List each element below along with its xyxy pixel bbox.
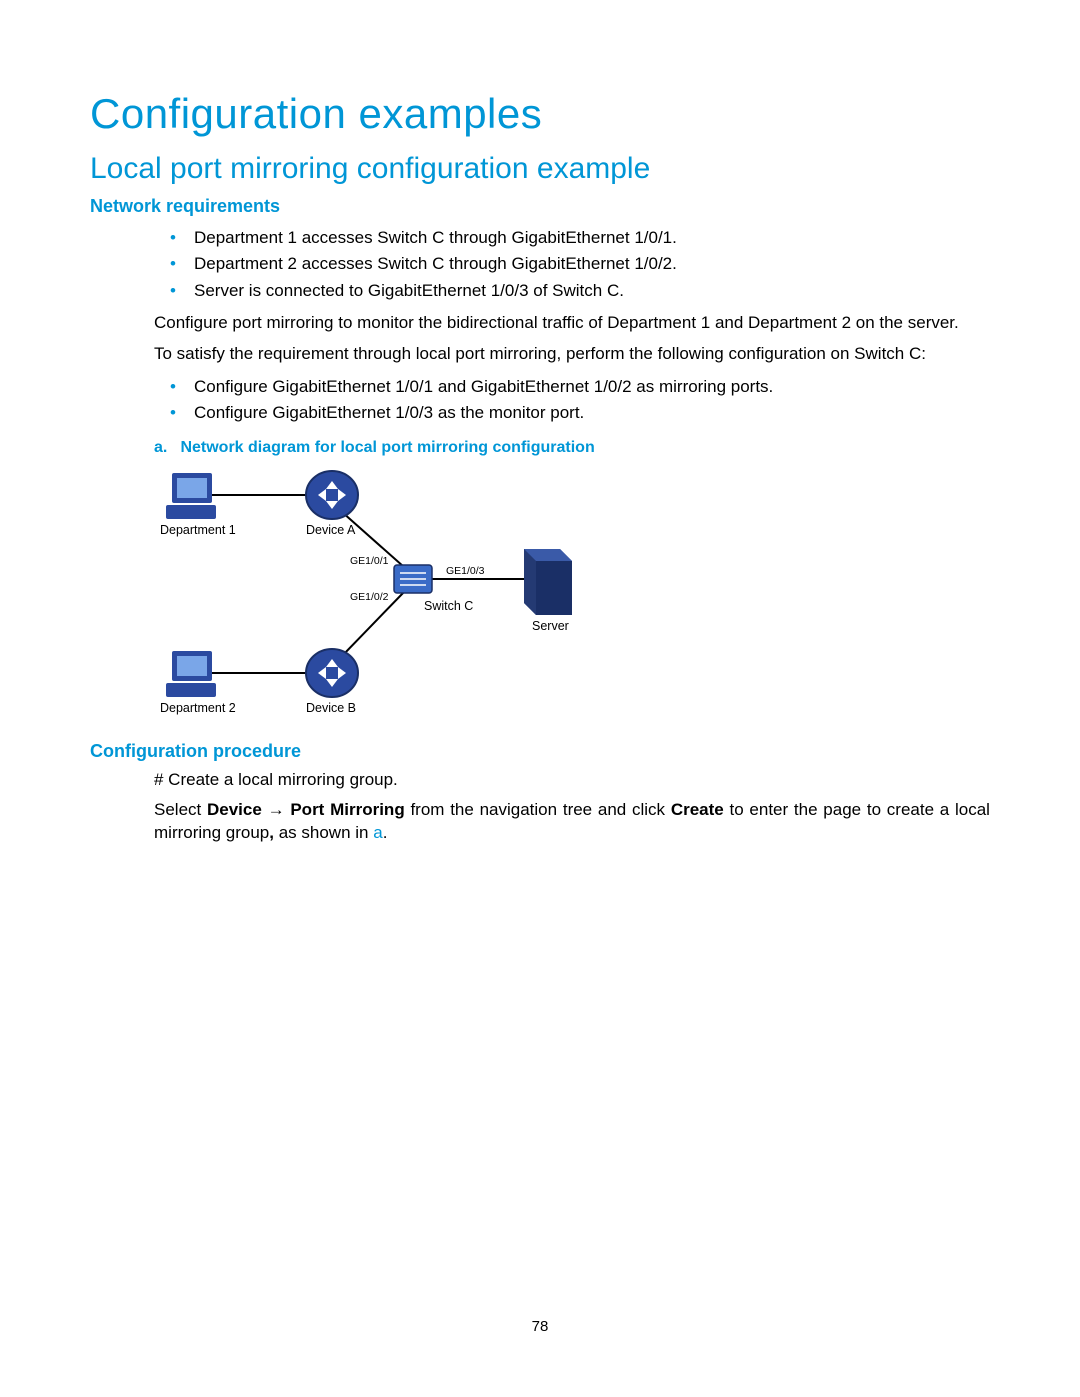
text: as shown in bbox=[274, 823, 373, 842]
list-item: Configure GigabitEthernet 1/0/3 as the m… bbox=[154, 400, 990, 426]
heading-network-requirements: Network requirements bbox=[90, 196, 990, 217]
page: Configuration examples Local port mirror… bbox=[0, 0, 1080, 1397]
diagram-label: Device A bbox=[306, 523, 355, 537]
network-diagram: Department 1 Department 2 Device A Devic… bbox=[154, 467, 634, 723]
server-icon bbox=[524, 549, 572, 615]
figure-caption: a. Network diagram for local port mirror… bbox=[154, 439, 990, 457]
heading-configuration-procedure: Configuration procedure bbox=[90, 741, 990, 762]
pc-icon bbox=[166, 473, 216, 519]
text: from the navigation tree and click bbox=[405, 800, 671, 819]
pc-icon bbox=[166, 651, 216, 697]
router-icon bbox=[306, 471, 358, 519]
action-create: Create bbox=[671, 800, 724, 819]
router-icon bbox=[306, 649, 358, 697]
list-item: Department 2 accesses Switch C through G… bbox=[154, 251, 990, 277]
list-item: Configure GigabitEthernet 1/0/1 and Giga… bbox=[154, 374, 990, 400]
section-subtitle: Local port mirroring configuration examp… bbox=[90, 152, 990, 186]
diagram-label: Department 1 bbox=[160, 523, 236, 537]
diagram-port-label: GE1/0/3 bbox=[446, 565, 485, 577]
diagram-label: Switch C bbox=[424, 599, 473, 613]
figure-caption-text: Network diagram for local port mirroring… bbox=[180, 439, 594, 456]
paragraph: Configure port mirroring to monitor the … bbox=[154, 312, 990, 335]
text: Select bbox=[154, 800, 207, 819]
figure-ref-a[interactable]: a bbox=[373, 823, 382, 842]
list-item: Server is connected to GigabitEthernet 1… bbox=[154, 278, 990, 304]
page-number: 78 bbox=[0, 1318, 1080, 1335]
diagram-svg bbox=[154, 467, 634, 723]
arrow-icon: → bbox=[262, 800, 291, 819]
requirements-list-1: Department 1 accesses Switch C through G… bbox=[154, 225, 990, 304]
procedure-step: # Create a local mirroring group. bbox=[154, 770, 990, 790]
requirements-list-2: Configure GigabitEthernet 1/0/1 and Giga… bbox=[154, 374, 990, 427]
page-title: Configuration examples bbox=[90, 90, 990, 138]
nav-port-mirroring: Port Mirroring bbox=[290, 800, 404, 819]
nav-device: Device bbox=[207, 800, 262, 819]
list-item: Department 1 accesses Switch C through G… bbox=[154, 225, 990, 251]
diagram-port-label: GE1/0/2 bbox=[350, 591, 389, 603]
diagram-label: Device B bbox=[306, 701, 356, 715]
diagram-port-label: GE1/0/1 bbox=[350, 555, 389, 567]
figure-caption-label: a. bbox=[154, 439, 176, 457]
procedure-paragraph: Select Device → Port Mirroring from the … bbox=[154, 798, 990, 846]
paragraph: To satisfy the requirement through local… bbox=[154, 343, 990, 366]
text: . bbox=[383, 823, 388, 842]
switch-icon bbox=[394, 565, 432, 593]
diagram-label: Server bbox=[532, 619, 569, 633]
diagram-label: Department 2 bbox=[160, 701, 236, 715]
